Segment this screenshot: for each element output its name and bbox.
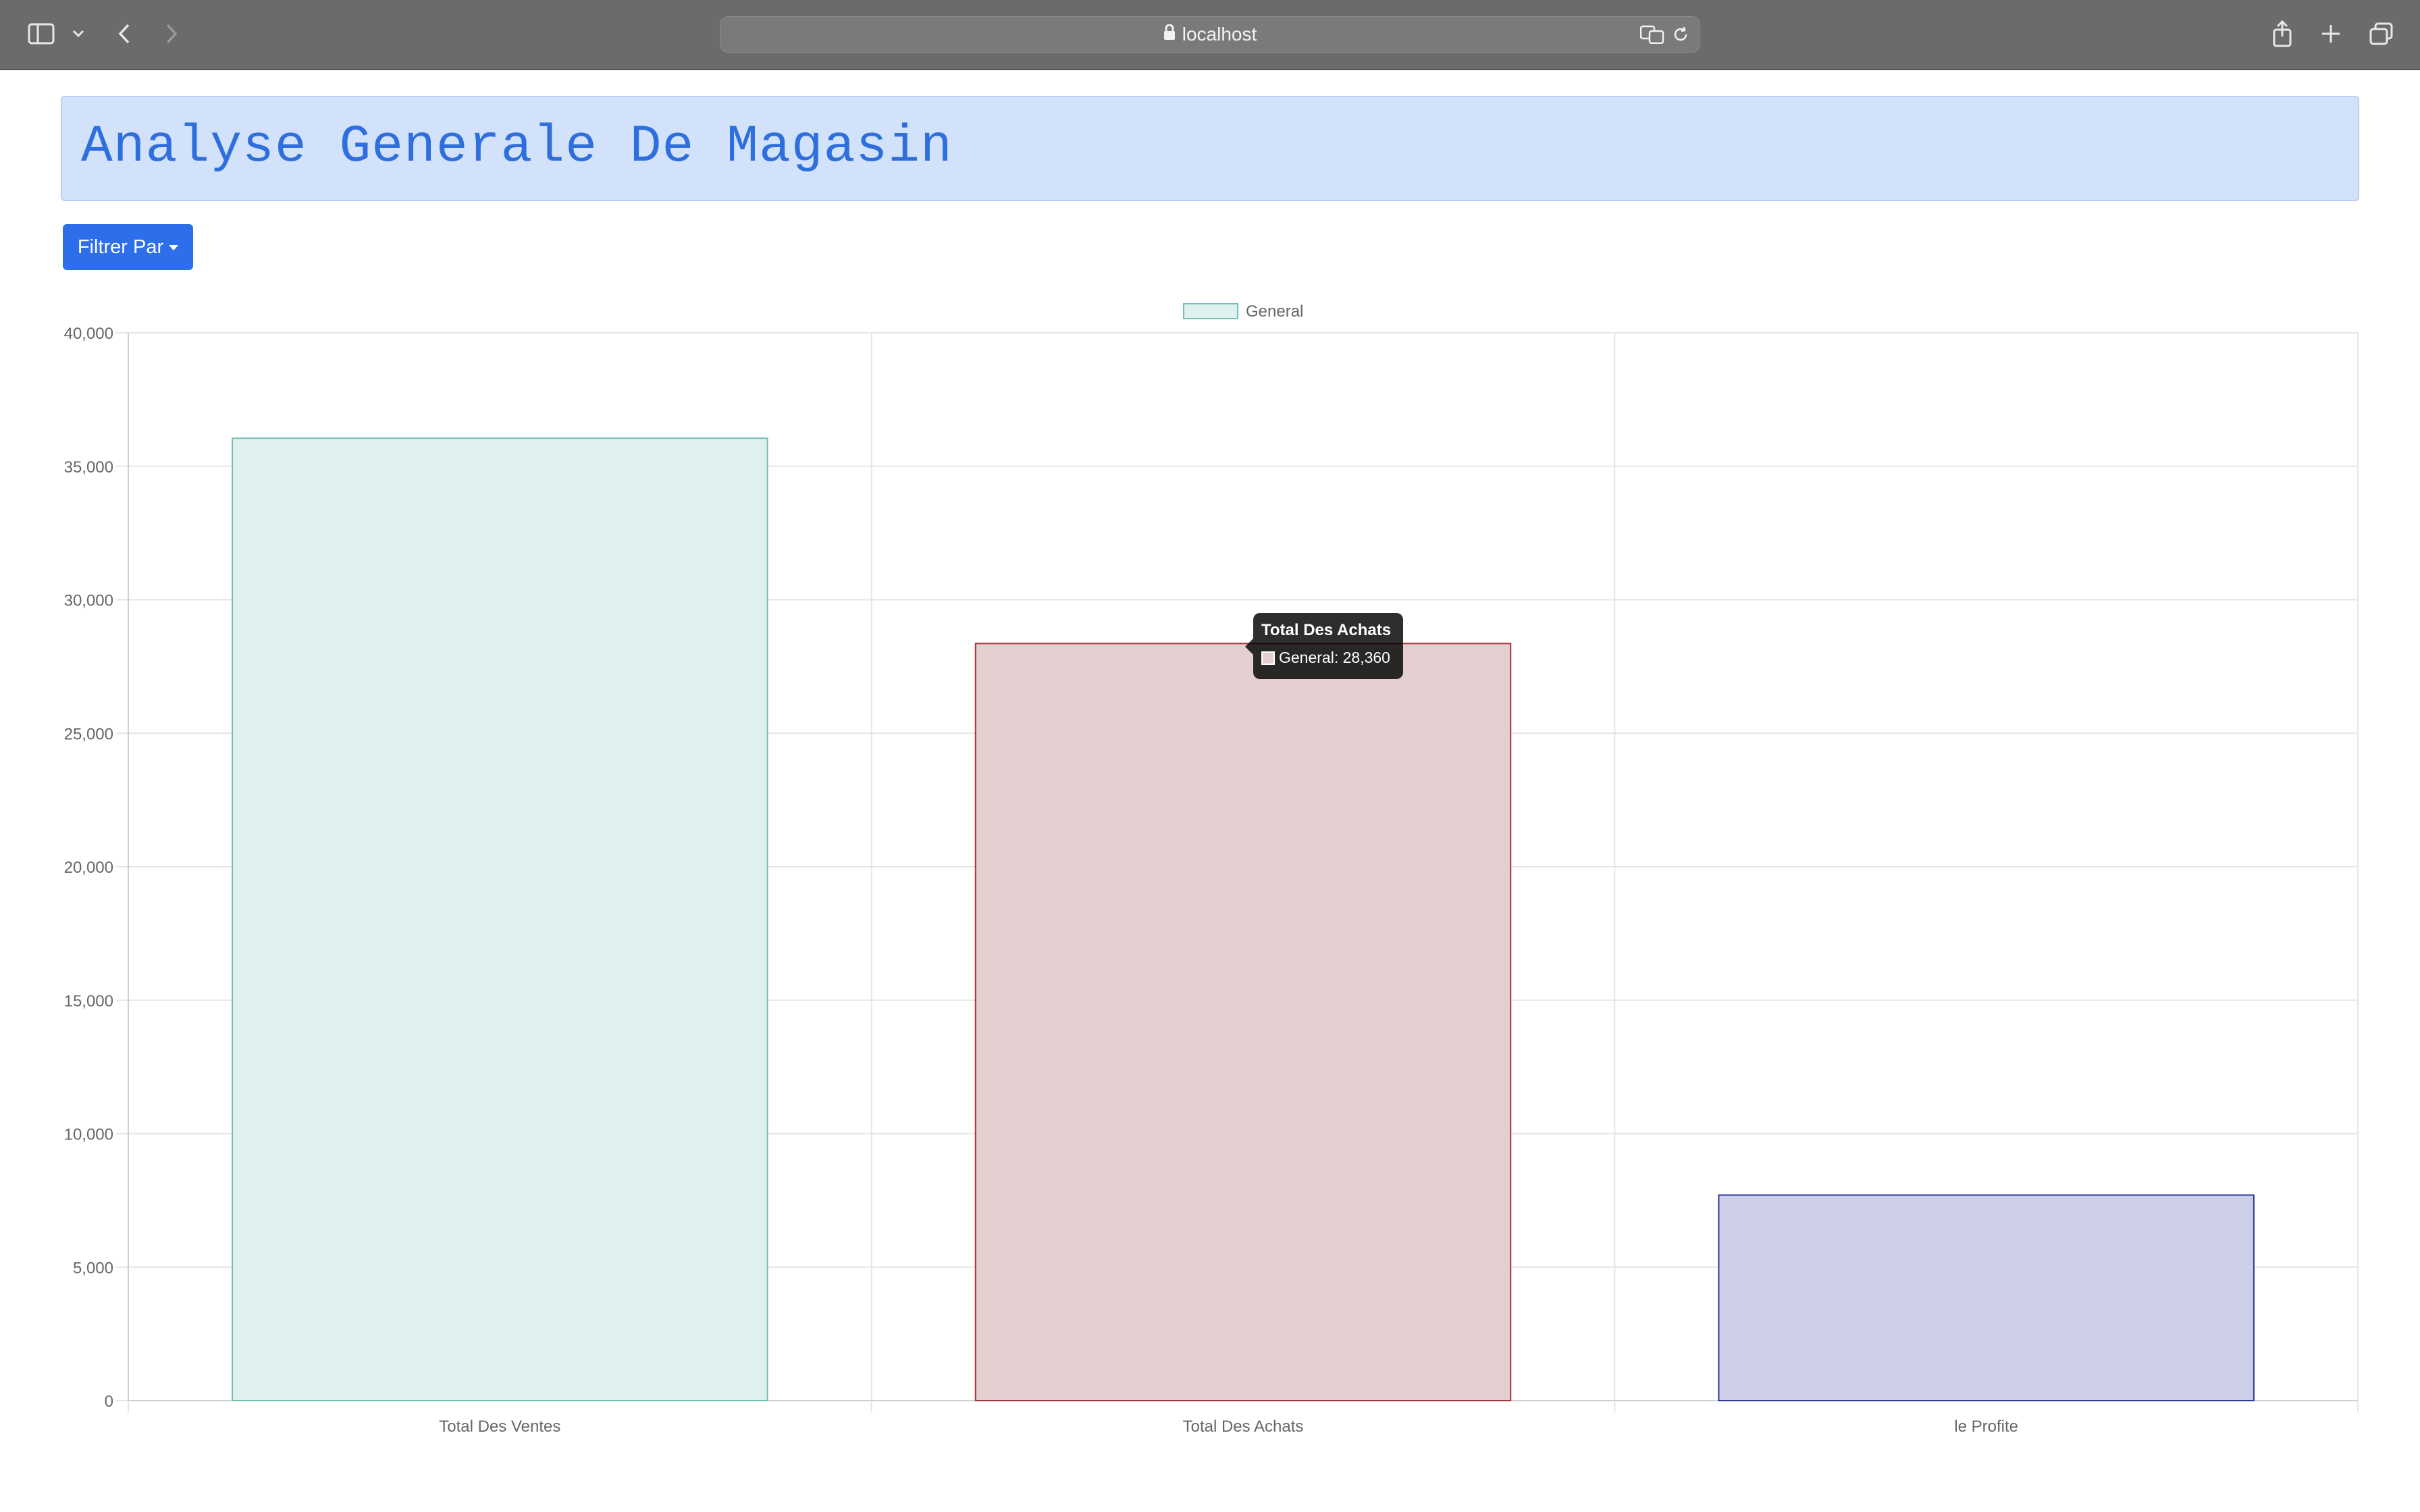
bar-chart: 0 5,000 10,000 15,000 20,000 25,000 30,000 35,0… (64, 302, 2359, 1436)
forward-icon[interactable] (159, 20, 184, 47)
tooltip-label: General: 28,360 (1279, 649, 1390, 666)
x-tick-label: Total Des Ventes (439, 1418, 560, 1436)
browser-toolbar: localhost (0, 0, 2420, 70)
sidebar-icon[interactable] (26, 22, 57, 46)
x-tick-label: le Profite (1954, 1418, 2018, 1436)
share-icon[interactable] (2269, 18, 2296, 50)
legend-label: General (1246, 302, 1303, 321)
tooltip-body: General: 28,360 (1261, 649, 1390, 667)
chart-tooltip: Total Des Achats General: 28,360 (1245, 613, 1403, 679)
bar (232, 437, 768, 1401)
lock-icon (1163, 24, 1176, 45)
y-tick-label: 15,000 (64, 992, 113, 1010)
bar (974, 643, 1512, 1401)
tooltip-swatch (1261, 651, 1275, 665)
y-tick-label: 40,000 (64, 325, 113, 343)
tabs-overview-icon[interactable] (2367, 20, 2396, 47)
chevron-down-icon[interactable] (70, 26, 86, 42)
y-tick-label: 10,000 (64, 1126, 113, 1144)
y-tick-label: 30,000 (64, 592, 113, 610)
y-tick-label: 5,000 (73, 1259, 113, 1277)
y-tick-label: 0 (105, 1393, 113, 1411)
translate-icon[interactable] (1639, 25, 1664, 49)
y-tick-label: 25,000 (64, 725, 113, 743)
reload-icon[interactable] (1671, 25, 1690, 49)
legend-swatch (1183, 303, 1238, 319)
x-tick-label: Total Des Achats (1183, 1418, 1304, 1436)
page-content: Analyse Generale De Magasin Filtrer Par … (0, 72, 2420, 1512)
bar (1718, 1194, 2255, 1401)
y-tick-label: 20,000 (64, 859, 113, 877)
address-bar[interactable]: localhost (720, 16, 1700, 53)
url-text: localhost (1182, 24, 1257, 45)
back-icon[interactable] (112, 20, 136, 47)
new-tab-icon[interactable] (2317, 20, 2344, 47)
tooltip-title: Total Des Achats (1261, 621, 1392, 639)
y-tick-label: 35,000 (64, 458, 113, 477)
